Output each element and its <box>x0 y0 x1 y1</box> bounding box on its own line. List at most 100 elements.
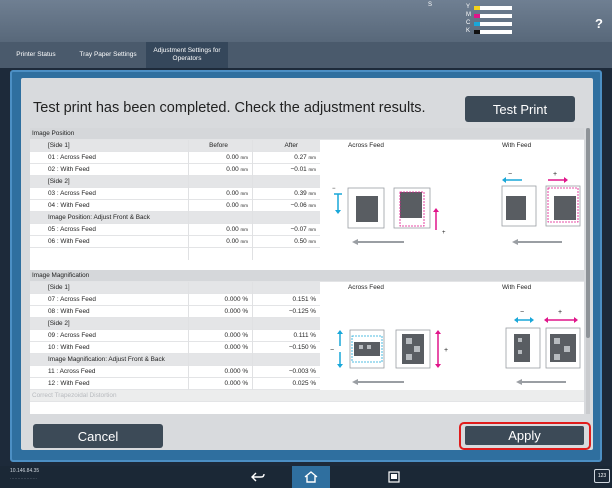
table-row: 12 : With Feed 0.000 % 0.025 % <box>30 378 320 390</box>
group-heading-label: [Side 2] <box>48 320 70 327</box>
row-label: 12 : With Feed <box>48 380 90 387</box>
group-heading-label: Image Magnification: Adjust Front & Back <box>48 356 165 363</box>
tab-adjustment-settings[interactable]: Adjustment Settings for Operators <box>146 42 228 68</box>
group-heading-label: [Side 1] <box>48 142 70 149</box>
table-row: 02 : With Feed 0.00 mm −0.01 mm <box>30 164 320 176</box>
diagram-title-with: With Feed <box>502 142 532 149</box>
column-header-after: After <box>284 142 299 149</box>
before-value: 0.00 <box>226 202 239 209</box>
column-divider <box>188 282 189 390</box>
row-label: 10 : With Feed <box>48 344 90 351</box>
test-print-button[interactable]: Test Print <box>465 96 575 122</box>
diagram-title-across: Across Feed <box>348 284 384 291</box>
results-table[interactable]: Image Position [Side 1] Before After 01 … <box>30 128 584 414</box>
section-heading-next: Correct Trapezoidal Distortion <box>30 390 584 402</box>
after-value: 0.39 <box>294 190 307 197</box>
group-heading: Image Position: Adjust Front & Back <box>30 212 320 224</box>
table-row: 09 : Across Feed 0.000 % 0.111 % <box>30 330 320 342</box>
after-value: 0.50 <box>294 238 307 245</box>
diagram-title-across: Across Feed <box>348 142 384 149</box>
unit-label: mm <box>240 227 249 232</box>
after-value: 0.27 <box>294 154 307 161</box>
svg-text:+: + <box>558 309 562 316</box>
table-row: 07 : Across Feed 0.000 % 0.151 % <box>30 294 320 306</box>
group-heading-label: [Side 2] <box>48 178 70 185</box>
table-row: 10 : With Feed 0.000 % −0.150 % <box>30 342 320 354</box>
before-value: 0.00 <box>226 238 239 245</box>
cancel-button[interactable]: Cancel <box>33 424 163 448</box>
across-feed-diagram: − + <box>332 186 446 245</box>
image-position-diagram: − + − + <box>332 171 581 245</box>
unit-label: mm <box>308 203 317 208</box>
home-icon[interactable] <box>292 466 330 488</box>
before-value: 0.000 % <box>224 344 248 351</box>
adjustment-results-dialog: Test print has been completed. Check the… <box>10 70 602 462</box>
table-row: 03 : Across Feed 0.00 mm 0.39 mm <box>30 188 320 200</box>
after-value: −0.01 <box>290 166 307 173</box>
image-magnification-diagram: − + − + <box>330 309 581 385</box>
before-value: 0.000 % <box>224 332 248 339</box>
toner-channel-label: Y <box>466 4 471 10</box>
scrollbar-thumb[interactable] <box>586 128 590 338</box>
toner-row-m: M <box>428 12 528 20</box>
table-row: 01 : Across Feed 0.00 mm 0.27 mm <box>30 152 320 164</box>
row-label: 11 : Across Feed <box>48 368 96 375</box>
before-value: 0.000 % <box>224 380 248 387</box>
back-icon[interactable] <box>246 468 270 486</box>
tab-tray-paper-settings[interactable]: Tray Paper Settings <box>72 42 144 68</box>
column-divider <box>188 140 189 260</box>
results-scrollbar[interactable] <box>586 128 590 414</box>
svg-text:−: − <box>508 171 512 178</box>
section-heading: Image Position <box>30 128 584 140</box>
svg-text:+: + <box>444 347 448 354</box>
before-value: 0.00 <box>226 190 239 197</box>
column-header-before: Before <box>209 142 228 149</box>
after-value: −0.150 % <box>288 344 316 351</box>
table-row: 04 : With Feed 0.00 mm −0.06 mm <box>30 200 320 212</box>
unit-label: mm <box>308 155 317 160</box>
svg-text:−: − <box>520 309 524 316</box>
toner-row-k: K <box>428 28 528 36</box>
toner-channel-label: C <box>466 20 471 26</box>
ip-subtext: ․․․․․․․․․․․․․․․․․․ <box>10 475 38 480</box>
tab-bar: Printer Status Tray Paper Settings Adjus… <box>0 42 612 68</box>
before-value: 0.00 <box>226 166 239 173</box>
toner-mark <box>474 14 480 18</box>
after-value: −0.003 % <box>288 368 316 375</box>
diagram-title-with: With Feed <box>502 284 532 291</box>
unit-label: mm <box>240 239 249 244</box>
column-divider <box>252 282 253 390</box>
svg-text:+: + <box>553 171 557 178</box>
after-value: −0.07 <box>290 226 307 233</box>
row-label: 01 : Across Feed <box>48 154 96 161</box>
unit-label: mm <box>308 239 317 244</box>
before-value: 0.000 % <box>224 296 248 303</box>
row-label: 07 : Across Feed <box>48 296 96 303</box>
before-value: 0.00 <box>226 154 239 161</box>
table-row: 05 : Across Feed 0.00 mm −0.07 mm <box>30 224 320 236</box>
toner-row-y: Y <box>428 4 528 12</box>
tab-printer-status[interactable]: Printer Status <box>2 42 70 68</box>
after-value: 0.151 % <box>292 296 316 303</box>
table-row: 11 : Across Feed 0.000 % −0.003 % <box>30 366 320 378</box>
mag-with-feed-diagram: − + <box>505 309 581 385</box>
row-label: 04 : With Feed <box>48 202 90 209</box>
unit-label: mm <box>240 167 249 172</box>
unit-label: mm <box>240 203 249 208</box>
toner-channel-label: K <box>466 28 471 34</box>
apply-button[interactable]: Apply <box>465 426 584 445</box>
row-label: 05 : Across Feed <box>48 226 96 233</box>
after-value: −0.125 % <box>288 308 316 315</box>
copy-icon[interactable] <box>382 468 406 486</box>
before-value: 0.000 % <box>224 308 248 315</box>
help-icon[interactable]: ? <box>595 16 603 31</box>
section-heading: Image Magnification <box>30 270 584 282</box>
keyboard-icon[interactable]: 123 <box>594 469 610 483</box>
group-heading: [Side 1] Before After <box>30 140 320 152</box>
table-row: 08 : With Feed 0.000 % −0.125 % <box>30 306 320 318</box>
svg-text:−: − <box>330 347 334 354</box>
table-row: 06 : With Feed 0.00 mm 0.50 mm <box>30 236 320 248</box>
row-label: 08 : With Feed <box>48 308 90 315</box>
system-bar: 10.146.84.35 ․․․․․․․․․․․․․․․․․․ 123 <box>0 466 612 488</box>
svg-text:+: + <box>442 230 446 236</box>
